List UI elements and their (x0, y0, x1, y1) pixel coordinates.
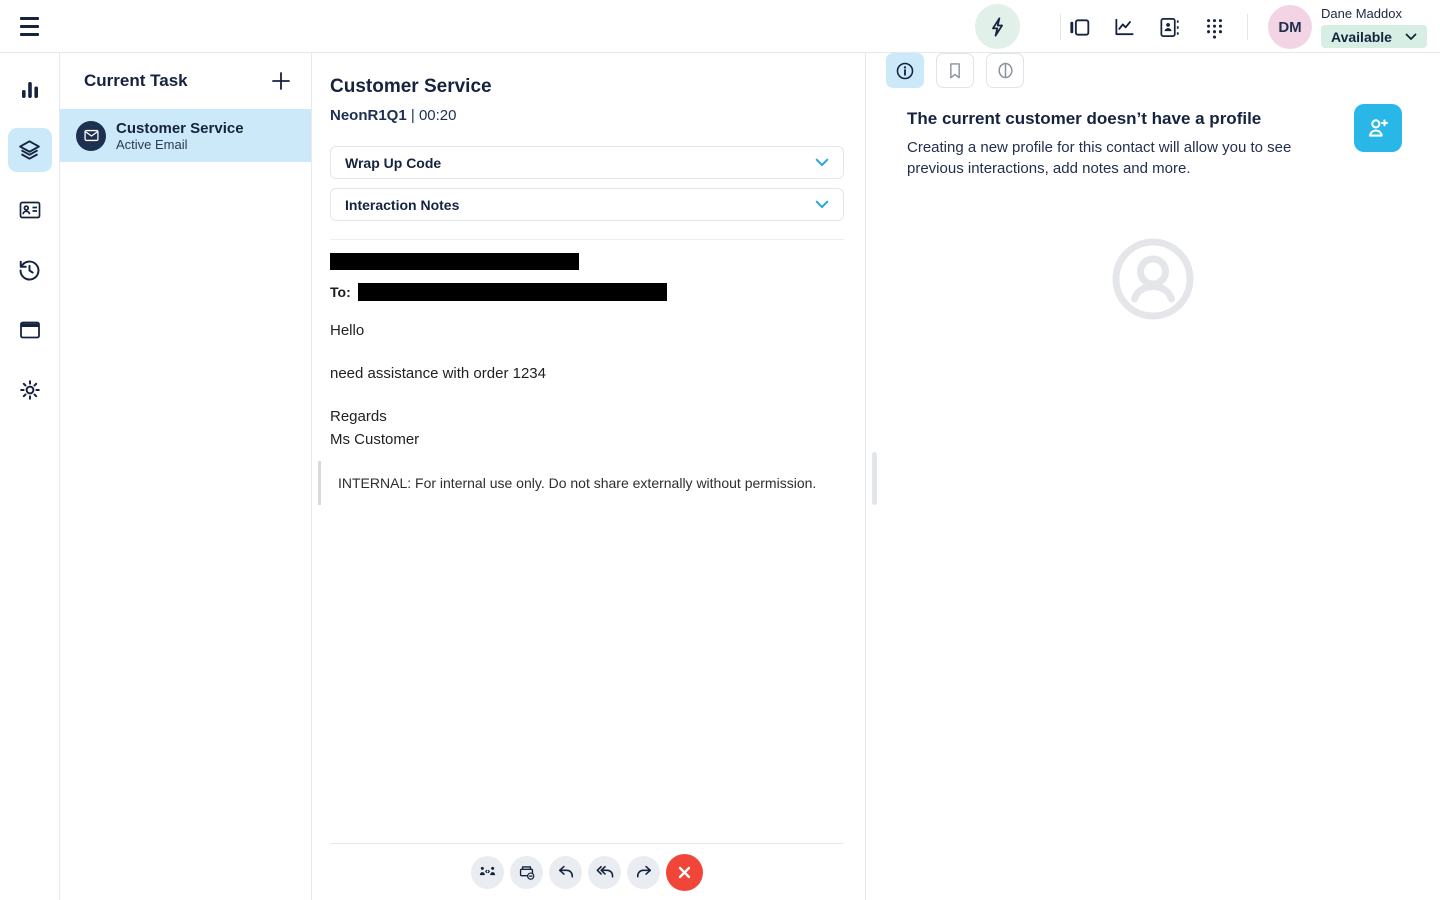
park-email-button[interactable] (510, 855, 543, 889)
topbar-separator (1247, 14, 1248, 40)
sidebar-item-activity[interactable] (8, 68, 52, 112)
forward-icon (634, 862, 654, 882)
contacts-icon[interactable] (1157, 15, 1181, 39)
interaction-notes-label: Interaction Notes (345, 196, 460, 213)
interaction-notes-accordion[interactable]: Interaction Notes (330, 188, 844, 221)
chevron-down-icon (815, 200, 829, 209)
queue-name: NeonR1Q1 (330, 107, 407, 124)
hamburger-icon[interactable] (17, 14, 43, 39)
reply-all-button[interactable] (588, 855, 621, 889)
end-interaction-button[interactable] (666, 853, 703, 891)
interaction-panel: Customer Service NeonR1Q1 | 00:20 Wrap U… (312, 53, 866, 900)
customer-profile-panel: The current customer doesn’t have a prof… (866, 53, 1440, 900)
add-task-button[interactable] (268, 68, 294, 94)
reply-button[interactable] (549, 855, 582, 889)
to-label: To: (330, 284, 351, 300)
close-icon (677, 865, 692, 880)
lightning-icon (987, 16, 1009, 38)
journey-icon (995, 60, 1016, 81)
email-body-line: need assistance with order 1234 (330, 365, 546, 382)
email-greeting: Hello (330, 322, 365, 339)
wrap-up-code-accordion[interactable]: Wrap Up Code (330, 146, 844, 179)
sidebar-item-contacts[interactable] (8, 188, 52, 232)
sidebar-item-settings[interactable] (8, 368, 52, 412)
email-signoff: Regards (330, 408, 387, 425)
history-icon (17, 258, 42, 283)
task-item-customer-service[interactable]: Customer Service Active Email (60, 109, 311, 162)
chevron-down-icon (1405, 33, 1417, 41)
quick-actions-button[interactable] (975, 4, 1020, 49)
chevron-down-icon (815, 158, 829, 167)
sidebar-item-history[interactable] (8, 248, 52, 292)
bookmark-icon (945, 61, 965, 81)
redacted-recipient-bar (357, 283, 667, 301)
transfer-button[interactable] (471, 855, 504, 889)
bar-chart-icon (18, 78, 42, 102)
tab-info[interactable] (886, 53, 924, 88)
plus-icon (270, 70, 292, 92)
tab-bookmarks[interactable] (936, 53, 974, 88)
task-item-title: Customer Service (116, 119, 244, 137)
scrollbar-thumb[interactable] (872, 452, 877, 505)
topbar-separator (1060, 14, 1061, 40)
settings-gear-icon (18, 378, 42, 402)
contact-card-icon (18, 198, 42, 222)
task-item-subtitle: Active Email (116, 136, 188, 152)
email-toolbar (330, 843, 844, 900)
internal-note-quote: INTERNAL: For internal use only. Do not … (318, 461, 844, 505)
performance-icon[interactable] (1112, 15, 1136, 39)
sidebar-item-apps[interactable] (8, 308, 52, 352)
interaction-title: Customer Service (330, 76, 492, 97)
user-avatar[interactable]: DM (1268, 5, 1312, 49)
sidebar-item-interactions[interactable] (7, 128, 52, 172)
status-dropdown[interactable]: Available (1321, 25, 1427, 48)
create-profile-button[interactable] (1354, 104, 1402, 152)
status-label: Available (1331, 28, 1392, 45)
email-icon (76, 120, 106, 151)
current-task-panel: Current Task Customer Service Active Ema… (60, 53, 312, 900)
add-person-icon (1365, 115, 1391, 141)
user-name: Dane Maddox (1321, 6, 1402, 21)
interaction-timer: 00:20 (418, 107, 457, 124)
panels-icon[interactable] (1067, 15, 1091, 39)
agent-workspace: DM Dane Maddox Available Current Task Cu… (0, 0, 1440, 900)
reply-all-icon (595, 862, 615, 882)
no-profile-description: Creating a new profile for this contact … (907, 139, 1292, 177)
subtitle-separator: | (410, 107, 415, 124)
forward-button[interactable] (627, 855, 660, 889)
info-icon (894, 60, 916, 82)
no-profile-heading: The current customer doesn’t have a prof… (907, 109, 1262, 128)
email-signature: Ms Customer (330, 431, 420, 448)
profile-placeholder-icon (1109, 235, 1197, 323)
top-bar: DM Dane Maddox Available (0, 0, 1440, 53)
redacted-subject-bar (330, 253, 579, 270)
window-icon (18, 318, 42, 342)
wrap-up-code-label: Wrap Up Code (345, 154, 442, 171)
left-navigation-rail (0, 53, 60, 900)
email-header-divider (330, 239, 844, 240)
dialpad-icon[interactable] (1202, 15, 1226, 39)
tab-journey[interactable] (986, 53, 1024, 88)
interaction-subtitle: NeonR1Q1 | 00:20 (330, 107, 844, 124)
layers-icon (17, 138, 42, 163)
transfer-icon (478, 863, 497, 882)
reply-icon (556, 862, 576, 882)
task-panel-title: Current Task (84, 71, 188, 90)
park-email-icon (517, 863, 536, 882)
profile-tabs (866, 53, 1440, 88)
